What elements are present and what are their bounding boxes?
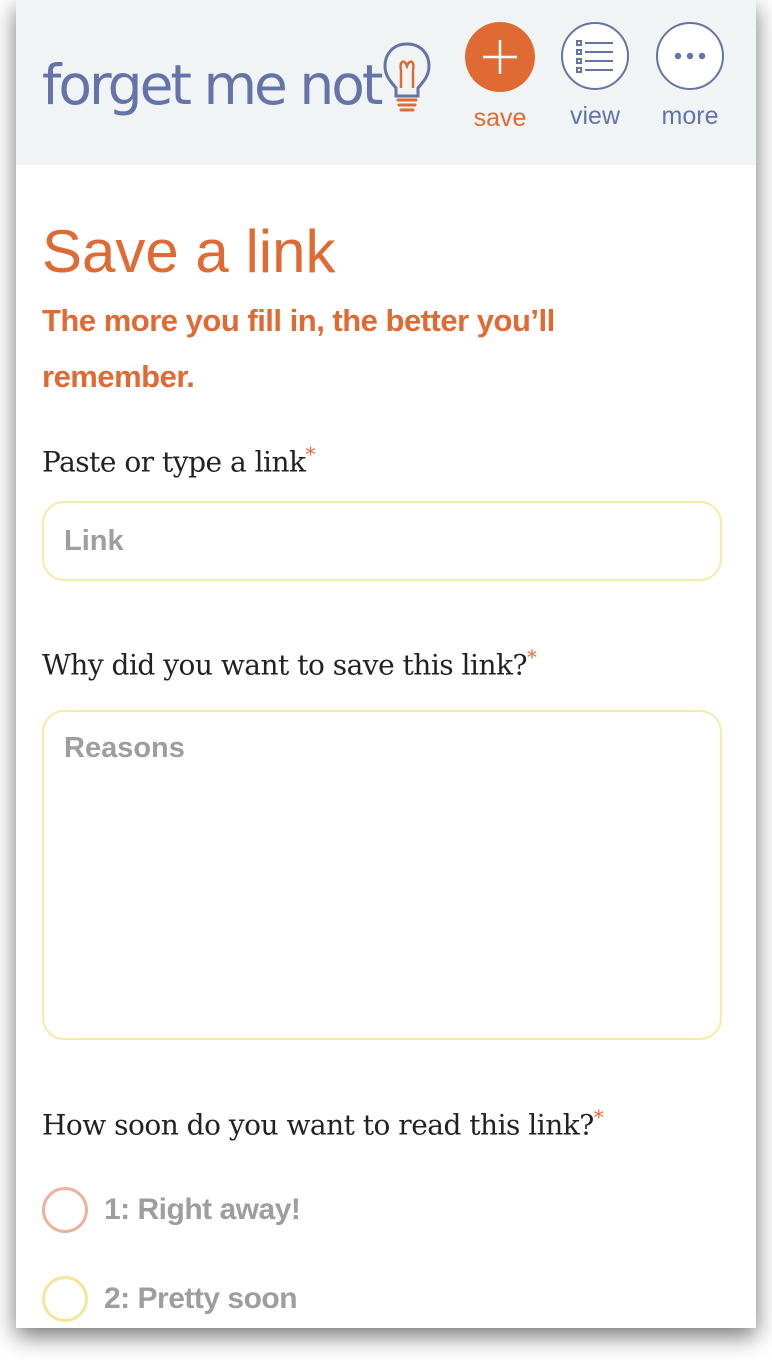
nav-view-label: view [569, 102, 620, 130]
nav-save-button[interactable]: save [464, 22, 536, 132]
ellipsis-icon [656, 22, 724, 90]
logo[interactable]: forget me not [42, 40, 432, 120]
priority-option-right-away[interactable]: 1: Right away! [42, 1187, 301, 1233]
logo-text: forget me not [42, 53, 383, 117]
required-marker: * [526, 645, 537, 669]
radio-button[interactable] [42, 1187, 88, 1233]
list-icon [561, 22, 629, 90]
radio-button[interactable] [42, 1276, 88, 1322]
link-label-text: Paste or type a link [42, 445, 306, 479]
nav-more-button[interactable]: more [654, 22, 726, 130]
page-title: Save a link [42, 218, 336, 285]
required-marker: * [593, 1105, 604, 1129]
nav-save-label: save [473, 104, 527, 132]
required-marker: * [305, 442, 315, 466]
nav-more-label: more [661, 102, 719, 130]
radio-label: 2: Pretty soon [104, 1282, 298, 1315]
reasons-label-text: Why did you want to save this link? [42, 648, 527, 682]
priority-field-label: How soon do you want to read this link?* [42, 1105, 604, 1142]
reasons-textarea[interactable] [42, 710, 722, 1040]
link-field-label: Paste or type a link* [42, 442, 315, 478]
nav-view-button[interactable]: view [559, 22, 631, 130]
app-header: forget me not save view more [16, 0, 756, 165]
link-input[interactable] [42, 501, 722, 581]
priority-label-text: How soon do you want to read this link? [42, 1108, 594, 1142]
priority-option-pretty-soon[interactable]: 2: Pretty soon [42, 1276, 298, 1322]
app-screen: forget me not save view more Save a link… [16, 0, 756, 1328]
radio-label: 1: Right away! [104, 1193, 301, 1226]
reasons-field-label: Why did you want to save this link?* [42, 645, 537, 682]
lightbulb-icon [383, 42, 431, 112]
plus-icon [465, 22, 535, 92]
page-subtitle: The more you fill in, the better you’ll … [42, 303, 555, 394]
